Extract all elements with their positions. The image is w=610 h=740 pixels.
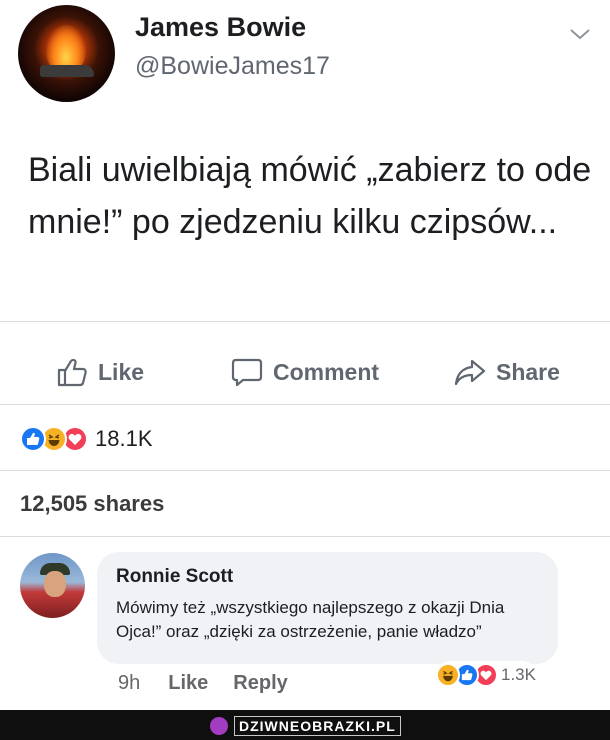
share-button[interactable]: Share [454,352,560,392]
comment-meta: 9h Like Reply [118,670,313,696]
thumbs-up-icon [57,358,87,387]
comment-author[interactable]: Ronnie Scott [116,566,233,588]
like-label: Like [98,358,145,385]
comment-text: Mówimy też „wszystkiego najlepszego z ok… [116,598,505,641]
post-actions: Like Comment Share [0,352,610,392]
share-arrow-icon [454,359,486,386]
comment-bubble-icon [231,358,263,387]
comment-reaction-count: 1.3K [501,665,536,684]
author-handle[interactable]: @BowieJames17 [135,52,330,81]
comment-button[interactable]: Comment [231,352,379,392]
watermark: DZIWNEOBRAZKI.PL [210,716,401,736]
reaction-count: 18.1K [95,426,153,451]
comment-label: Comment [273,358,380,385]
divider [0,321,610,322]
post-header: James Bowie @BowieJames17 [0,0,610,120]
author-name[interactable]: James Bowie [135,12,306,43]
watermark-logo-icon [210,717,228,735]
chevron-down-icon[interactable] [568,26,592,42]
comment-bubble: Ronnie Scott Mówimy też „wszystkiego naj… [97,552,558,664]
commenter-avatar[interactable] [20,553,85,618]
share-label: Share [496,358,560,385]
avatar-car [40,65,94,77]
like-reaction-icon [20,426,46,452]
watermark-bar: DZIWNEOBRAZKI.PL [0,710,610,740]
comment-time[interactable]: 9h [118,672,140,695]
divider [0,470,610,471]
haha-reaction-icon [436,663,460,687]
avatar-face [44,571,66,597]
post-reactions[interactable]: 18.1K [20,424,153,454]
watermark-text: DZIWNEOBRAZKI.PL [234,716,401,736]
comment-reply-button[interactable]: Reply [233,672,287,695]
divider [0,404,610,405]
comment-reactions[interactable]: 1.3K [436,661,536,689]
post-text: Biali uwielbiają mówić „zabierz to ode m… [28,151,592,241]
like-button[interactable]: Like [56,352,144,392]
shares-count[interactable]: 12,505 shares [20,491,164,517]
author-avatar[interactable] [18,5,115,102]
comment-like-button[interactable]: Like [168,672,208,695]
divider [0,536,610,537]
